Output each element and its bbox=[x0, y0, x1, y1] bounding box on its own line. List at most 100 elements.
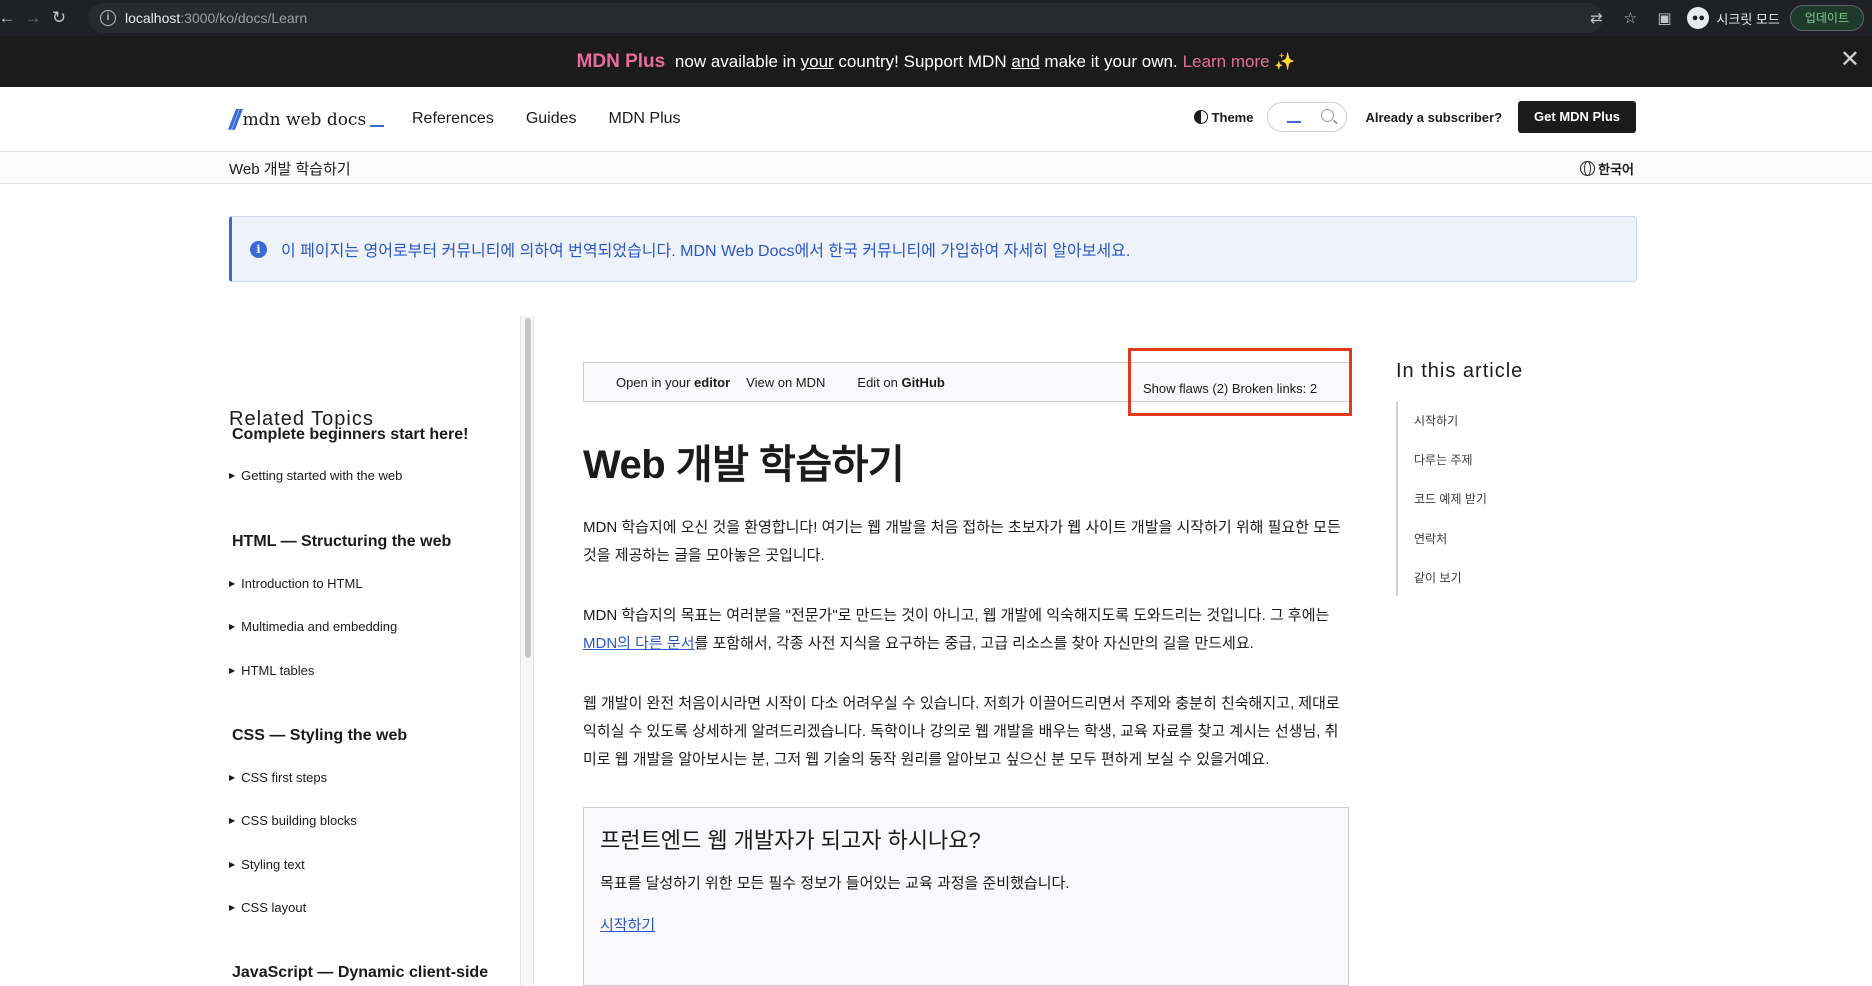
expand-triangle-icon: ▶ bbox=[229, 622, 236, 631]
open-prefix: Open in your bbox=[616, 374, 695, 390]
sidebar-item-label: CSS building blocks bbox=[241, 813, 357, 828]
search-icon bbox=[1321, 109, 1335, 122]
learn-more-link[interactable]: Learn more ✨ bbox=[1183, 52, 1296, 72]
search-input[interactable] bbox=[1267, 102, 1348, 132]
nav-references[interactable]: References bbox=[412, 110, 494, 128]
sidebar-item[interactable]: ▶ HTML tables bbox=[229, 663, 314, 678]
sidebar-item-label: Introduction to HTML bbox=[241, 576, 363, 591]
callout-title: 프런트엔드 웹 개발자가 되고자 하시나요? bbox=[600, 828, 981, 853]
sidebar-item-label: CSS first steps bbox=[241, 770, 328, 785]
nav-guides[interactable]: Guides bbox=[526, 110, 577, 128]
forward-icon[interactable]: → bbox=[20, 8, 46, 28]
get-mdn-plus-button[interactable]: Get MDN Plus bbox=[1518, 101, 1636, 133]
site-info-icon[interactable]: i bbox=[100, 10, 116, 26]
mdn-logo-icon: // bbox=[229, 104, 240, 135]
sidebar-item-label: Getting started with the web bbox=[241, 468, 403, 483]
audience-paragraph: 웹 개발이 완전 처음이시라면 시작이 다소 어려우실 수 있습니다. 저희가 … bbox=[583, 695, 1340, 768]
sidebar-scrollbar-thumb[interactable] bbox=[525, 318, 531, 658]
banner-brand: MDN Plus bbox=[576, 50, 666, 72]
url-path: :3000/ko/docs/Learn bbox=[180, 10, 308, 26]
sidebar-item[interactable]: ▶ CSS layout bbox=[229, 900, 306, 915]
sidebar-item-label: HTML tables bbox=[241, 663, 315, 678]
edit-bold: GitHub bbox=[901, 374, 945, 390]
banner-text-2: country! Support MDN bbox=[833, 51, 1012, 71]
theme-switcher[interactable]: Theme bbox=[1193, 109, 1254, 125]
globe-icon bbox=[1580, 161, 1596, 176]
toc-item[interactable]: 시작하기 bbox=[1414, 412, 1458, 429]
sidebar-item[interactable]: ▶ Styling text bbox=[229, 857, 305, 872]
site-header: // mdn web docs References Guides MDN Pl… bbox=[0, 87, 1872, 152]
callout-description: 목표를 달성하기 위한 모든 필수 정보가 들어있는 교육 과정을 준비했습니다… bbox=[600, 875, 1070, 892]
goal-paragraph: MDN 학습지의 목표는 여러분을 "전문가"로 만드는 것이 아니고, 웹 개… bbox=[583, 602, 1349, 658]
theme-icon bbox=[1193, 110, 1208, 124]
back-icon[interactable]: ← bbox=[0, 8, 20, 28]
view-on-mdn-link[interactable]: View on MDN bbox=[746, 375, 825, 390]
side-panel-icon[interactable]: ▣ bbox=[1647, 9, 1681, 27]
theme-label: Theme bbox=[1211, 109, 1254, 125]
goal-text-prefix: MDN 학습지의 목표는 여러분을 "전문가"로 만드는 것이 아니고, 웹 개… bbox=[583, 607, 1330, 624]
toc-item[interactable]: 코드 예제 받기 bbox=[1414, 490, 1487, 507]
info-icon: i bbox=[250, 240, 267, 258]
toc-item[interactable]: 같이 보기 bbox=[1414, 569, 1462, 586]
toc-title: In this article bbox=[1396, 360, 1524, 382]
sidebar-item[interactable]: ▶ Multimedia and embedding bbox=[229, 619, 397, 634]
sidebar-item[interactable]: ▶ CSS building blocks bbox=[229, 813, 357, 828]
close-icon[interactable]: ✕ bbox=[1840, 48, 1860, 72]
language-label: 한국어 bbox=[1598, 162, 1634, 177]
subscriber-login-link[interactable]: Already a subscriber? bbox=[1365, 110, 1502, 125]
sidebar-section-title: CSS — Styling the web bbox=[232, 727, 408, 744]
incognito-profile[interactable]: ●● 시크릿 모드 bbox=[1687, 7, 1780, 29]
frontend-course-callout: 프런트엔드 웹 개발자가 되고자 하시나요? 목표를 달성하기 위한 모든 필수… bbox=[583, 807, 1349, 986]
sidebar-item[interactable]: ▶ CSS first steps bbox=[229, 770, 327, 785]
browser-toolbar: ← → ↻ i localhost:3000/ko/docs/Learn ⇄ ☆… bbox=[0, 0, 1872, 36]
update-button[interactable]: 업데이트 bbox=[1789, 5, 1864, 31]
open-in-editor-link[interactable]: Open in your editor bbox=[600, 375, 730, 390]
expand-triangle-icon: ▶ bbox=[229, 471, 236, 480]
sidebar-scrollbar[interactable] bbox=[520, 316, 534, 986]
sidebar-item-label: CSS layout bbox=[241, 900, 307, 915]
expand-triangle-icon: ▶ bbox=[229, 773, 236, 782]
toc-list: 시작하기 다루는 주제 코드 예제 받기 연락처 같이 보기 bbox=[1396, 402, 1556, 596]
sidebar-section-title: Complete beginners start here! bbox=[232, 426, 469, 443]
toc-item[interactable]: 다루는 주제 bbox=[1414, 451, 1473, 468]
logo-cursor bbox=[370, 125, 385, 127]
url-host: localhost bbox=[125, 10, 181, 26]
nav-mdn-plus[interactable]: MDN Plus bbox=[609, 110, 681, 128]
intro-paragraph: MDN 학습지에 오신 것을 환영합니다! 여기는 웹 개발을 처음 접하는 초… bbox=[583, 519, 1341, 564]
incognito-icon: ●● bbox=[1687, 7, 1710, 29]
breadcrumb-current[interactable]: Web 개발 학습하기 bbox=[229, 158, 351, 179]
address-bar[interactable]: i localhost:3000/ko/docs/Learn bbox=[88, 3, 1603, 33]
translation-notice: i 이 페이지는 영어로부터 커뮤니티에 의하여 번역되었습니다. MDN We… bbox=[229, 216, 1637, 282]
edit-prefix: Edit on bbox=[857, 374, 902, 390]
expand-triangle-icon: ▶ bbox=[229, 816, 236, 825]
banner-text-your: your bbox=[800, 51, 834, 71]
url-text[interactable]: localhost:3000/ko/docs/Learn bbox=[125, 10, 307, 26]
other-docs-link[interactable]: MDN의 다른 문서 bbox=[583, 635, 695, 652]
goal-text-suffix: 를 포함해서, 각종 사전 지식을 요구하는 중급, 고급 리소스를 찾아 자신… bbox=[694, 635, 1254, 652]
mdn-logo[interactable]: // mdn web docs bbox=[229, 104, 385, 135]
sidebar-item[interactable]: ▶ Introduction to HTML bbox=[229, 576, 363, 591]
notice-text[interactable]: 이 페이지는 영어로부터 커뮤니티에 의하여 번역되었습니다. MDN Web … bbox=[281, 237, 1130, 261]
sidebar-section-title: HTML — Structuring the web bbox=[232, 533, 452, 550]
banner-text-1: now available in bbox=[670, 51, 801, 71]
translate-icon[interactable]: ⇄ bbox=[1579, 9, 1613, 27]
sidebar-item[interactable]: ▶ Getting started with the web bbox=[229, 468, 402, 483]
reload-icon[interactable]: ↻ bbox=[46, 8, 72, 28]
sidebar-item-label: Multimedia and embedding bbox=[241, 619, 398, 634]
logo-text: mdn web docs bbox=[242, 110, 367, 130]
edit-on-github-link[interactable]: Edit on GitHub bbox=[841, 375, 944, 390]
expand-triangle-icon: ▶ bbox=[229, 860, 236, 869]
table-of-contents: In this article 시작하기 다루는 주제 코드 예제 받기 연락처… bbox=[1396, 360, 1524, 596]
toc-item[interactable]: 연락처 bbox=[1414, 530, 1447, 547]
banner-text-and: and bbox=[1011, 51, 1040, 71]
expand-triangle-icon: ▶ bbox=[229, 666, 236, 675]
page-title: Web 개발 학습하기 bbox=[583, 443, 905, 487]
get-started-link[interactable]: 시작하기 bbox=[600, 914, 655, 935]
related-topics-sidebar: Related Topics Complete beginners start … bbox=[229, 316, 529, 986]
bookmark-star-icon[interactable]: ☆ bbox=[1613, 9, 1647, 27]
main-nav: References Guides MDN Plus bbox=[412, 110, 681, 128]
search-cursor bbox=[1287, 121, 1302, 123]
language-switcher[interactable]: 한국어 bbox=[1580, 159, 1634, 178]
sidebar-item-label: Styling text bbox=[241, 857, 305, 872]
breadcrumb: Web 개발 학습하기 한국어 bbox=[0, 153, 1872, 184]
